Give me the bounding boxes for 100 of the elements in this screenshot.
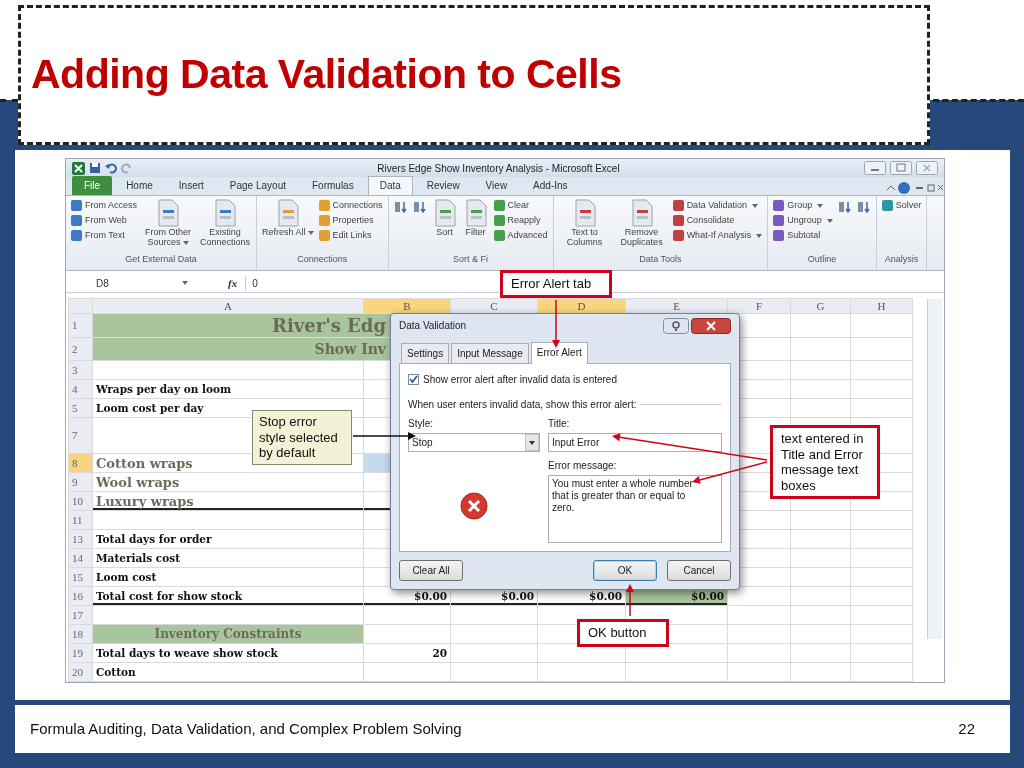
message-field[interactable]: You must enter a whole number that is greater than or equal to zero.: [548, 475, 722, 543]
help-icon[interactable]: [663, 317, 689, 334]
arrow-down-icon[interactable]: [412, 200, 427, 214]
field-label: Style:: [408, 417, 434, 431]
ribbon-button[interactable]: Filter: [462, 198, 489, 253]
cell-text: Show Inv: [314, 341, 386, 357]
row-header[interactable]: 2: [68, 337, 93, 361]
ribbon-button[interactable]: From Text: [71, 230, 137, 241]
column-header[interactable]: B: [363, 298, 451, 314]
ribbon-tab[interactable]: Formulas: [300, 176, 366, 195]
ribbon-button[interactable]: Connections: [318, 200, 383, 211]
ribbon-button[interactable]: Remove Duplicates: [615, 198, 668, 253]
square-icon: [773, 200, 785, 211]
dialog-tab[interactable]: Settings: [401, 343, 450, 363]
row-header[interactable]: 7: [68, 417, 93, 454]
dialog-button[interactable]: Clear All: [399, 560, 463, 581]
square-icon: [672, 230, 684, 241]
square-icon: [318, 230, 330, 241]
square-icon: [493, 200, 505, 211]
ribbon-button[interactable]: Text to Columns: [558, 198, 611, 253]
window-controls-icon[interactable]: [884, 181, 944, 195]
square-icon: [71, 230, 82, 241]
error-icon: [460, 492, 488, 520]
style-dropdown[interactable]: Stop: [408, 433, 540, 452]
dialog-tab[interactable]: Input Message: [451, 343, 529, 363]
square-icon: [773, 230, 785, 241]
undo-icon[interactable]: [105, 162, 117, 174]
ribbon-button[interactable]: Group: [773, 200, 833, 211]
ribbon-tab[interactable]: View: [473, 176, 520, 195]
group-label: Analysis: [884, 253, 919, 264]
ribbon-button[interactable]: Ungroup: [773, 215, 833, 226]
column-header[interactable]: A: [92, 298, 364, 314]
ribbon-button[interactable]: Edit Links: [318, 230, 383, 241]
close-icon[interactable]: [691, 317, 731, 334]
caret-icon: [826, 218, 833, 223]
square-icon: [773, 215, 785, 226]
page-number: 22: [958, 718, 975, 739]
arrow-down-icon[interactable]: [856, 200, 871, 214]
cell-text: Loom cost per day: [96, 401, 204, 414]
formula-label[interactable]: fx: [228, 274, 238, 292]
square-icon: [672, 200, 684, 211]
checkbox-label: Show error alert after invalid data is entered: [423, 373, 617, 387]
row-header[interactable]: 1: [68, 313, 93, 338]
cell-text: Materials cost: [96, 551, 180, 564]
ribbon-button[interactable]: Data Validation: [672, 200, 763, 211]
ribbon-button[interactable]: Advanced: [493, 230, 548, 241]
column-header[interactable]: F: [727, 298, 791, 314]
group-label: Outline: [807, 253, 837, 264]
scrollbar[interactable]: [927, 299, 942, 639]
ribbon-tab[interactable]: Home: [114, 176, 165, 195]
ribbon-button[interactable]: From Other Sources: [142, 198, 194, 253]
ribbon-button[interactable]: Reapply: [493, 215, 548, 226]
column-header[interactable]: E: [625, 298, 728, 314]
cell-text: Total cost for show stock: [96, 589, 243, 602]
ribbon-tab[interactable]: Insert: [166, 176, 216, 195]
arrow-down-icon[interactable]: [837, 200, 852, 214]
column-header[interactable]: C: [450, 298, 538, 314]
name-box[interactable]: D8: [70, 275, 220, 291]
ribbon-button[interactable]: Sort: [431, 198, 458, 253]
save-icon[interactable]: [89, 162, 101, 174]
ribbon-button[interactable]: Consolidate: [672, 215, 763, 226]
page-icon: [212, 198, 238, 228]
cell-text: Wraps per day on loom: [96, 382, 232, 395]
ribbon-button[interactable]: From Web: [71, 215, 137, 226]
cell-text: Total days for order: [96, 532, 212, 545]
minimize-icon[interactable]: [864, 161, 886, 175]
square-icon: [71, 200, 82, 211]
dialog-title: Data Validation: [399, 319, 467, 333]
ribbon-button[interactable]: From Access: [71, 200, 137, 211]
ribbon-tab[interactable]: Data: [367, 176, 413, 195]
group-label: Get External Data: [125, 253, 197, 264]
checkbox[interactable]: [408, 374, 419, 385]
page-icon: [155, 198, 181, 228]
column-header[interactable]: G: [790, 298, 851, 314]
dialog-button[interactable]: OK: [593, 560, 657, 581]
field-label: Error message:: [548, 459, 618, 473]
square-icon: [318, 200, 330, 211]
title-field[interactable]: Input Error: [548, 433, 722, 452]
ribbon-button[interactable]: What-If Analysis: [672, 230, 763, 241]
callout-box: Error Alert tab: [500, 270, 612, 298]
ribbon-button[interactable]: Subtotal: [773, 230, 833, 241]
column-header[interactable]: D: [537, 298, 626, 314]
dialog-tab[interactable]: Error Alert: [530, 342, 588, 364]
ribbon-button[interactable]: Clear: [493, 200, 548, 211]
ribbon-tab[interactable]: Page Layout: [217, 176, 298, 195]
ribbon-button[interactable]: Solver: [881, 200, 922, 211]
spreadsheet-logo-icon[interactable]: [72, 161, 85, 175]
leader-arrow: [552, 299, 560, 348]
ribbon-button[interactable]: Existing Connections: [199, 198, 251, 253]
ribbon-button[interactable]: Refresh All: [262, 198, 314, 253]
ribbon-tab[interactable]: Add-Ins: [521, 176, 580, 195]
cell-text: River's Edg: [272, 314, 386, 336]
column-header[interactable]: H: [850, 298, 913, 314]
caret-icon: [752, 203, 758, 208]
ribbon-tab[interactable]: Review: [414, 176, 472, 195]
arrow-down-icon[interactable]: [393, 200, 408, 214]
ribbon-button[interactable]: Properties: [318, 215, 383, 226]
file-menu-button[interactable]: File: [72, 176, 113, 195]
dialog-button[interactable]: Cancel: [667, 560, 731, 581]
group-label: Sort & Fi: [453, 253, 489, 264]
